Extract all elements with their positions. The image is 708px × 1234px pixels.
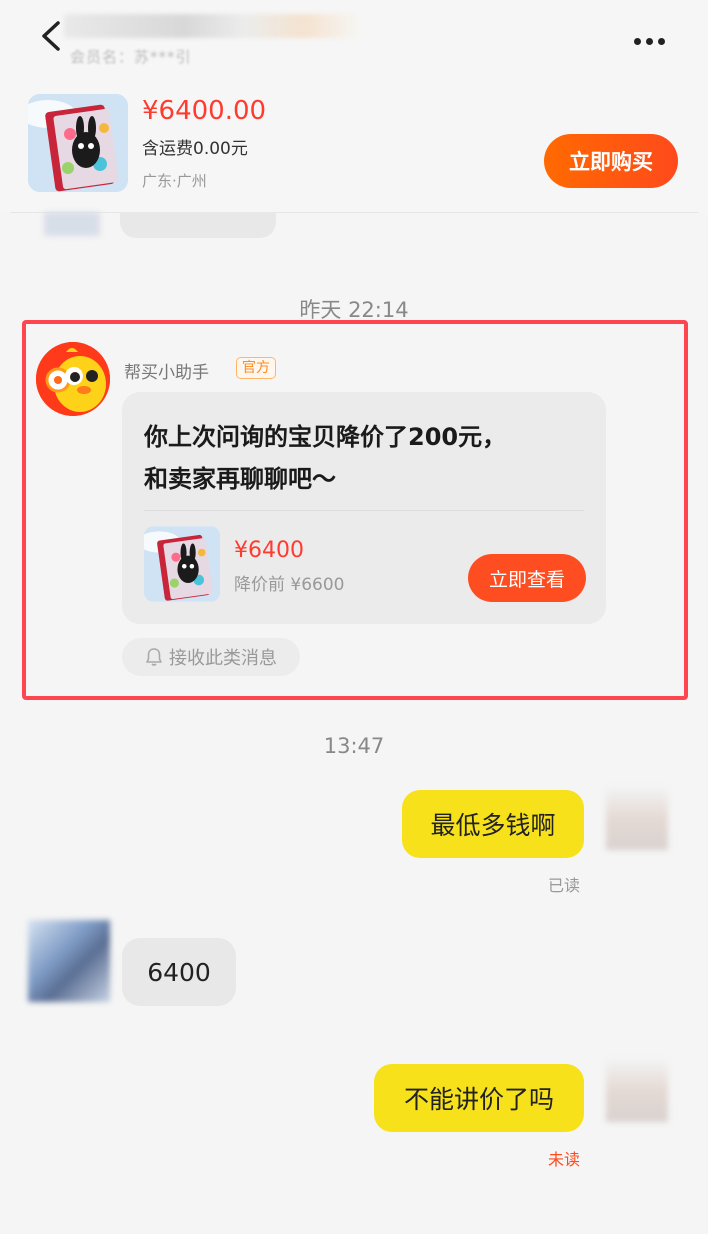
message-bubble-received[interactable]: 6400 [122,938,236,1006]
view-now-button[interactable]: 立即查看 [468,554,586,602]
read-status: 已读 [548,876,581,895]
product-header: 会员名：苏***引 ¥6400.00 含运费0.00元 广东·广州 立即购买 [0,0,708,212]
receive-messages-label: 接收此类消息 [169,648,277,669]
previous-avatar-blurred [44,212,100,236]
card-original-price: 降价前 ¥6600 [234,575,345,595]
official-badge: 官方 [236,357,276,379]
chat-title-blurred [64,14,364,38]
previous-message-bubble [120,212,276,238]
product-price: ¥6400.00 [142,96,267,126]
card-divider [144,510,584,511]
price-drop-line-1: 你上次问询的宝贝降价了200元， [144,423,507,451]
product-thumbnail[interactable] [28,94,128,192]
unread-status: 未读 [548,1150,581,1169]
price-drop-message: 你上次问询的宝贝降价了200元， 和卖家再聊聊吧～ [144,416,584,500]
more-options-icon[interactable] [634,30,670,45]
price-drop-line-2: 和卖家再聊聊吧～ [144,465,336,493]
user-avatar-blurred[interactable] [606,788,668,850]
price-drop-card[interactable]: 你上次问询的宝贝降价了200元， 和卖家再聊聊吧～ ¥6400 降价前 ¥660… [122,392,606,624]
user-avatar-blurred[interactable] [606,1060,668,1122]
buy-now-button[interactable]: 立即购买 [544,134,678,188]
message-bubble-sent[interactable]: 最低多钱啊 [402,790,584,858]
member-name: 会员名：苏***引 [70,48,192,66]
seller-location: 广东·广州 [142,172,207,190]
header-divider [10,212,698,213]
timestamp-today: 13:47 [323,734,385,758]
bell-icon [146,648,162,666]
card-product-thumbnail[interactable] [144,526,220,602]
card-current-price: ¥6400 [234,538,304,563]
shipping-info: 含运费0.00元 [142,139,248,159]
message-bubble-sent[interactable]: 不能讲价了吗 [374,1064,584,1132]
assistant-avatar[interactable] [36,342,110,416]
receive-messages-button[interactable]: 接收此类消息 [122,638,300,676]
seller-avatar-blurred[interactable] [28,920,110,1002]
back-arrow-icon[interactable] [38,20,66,52]
assistant-name: 帮买小助手 [124,363,209,383]
